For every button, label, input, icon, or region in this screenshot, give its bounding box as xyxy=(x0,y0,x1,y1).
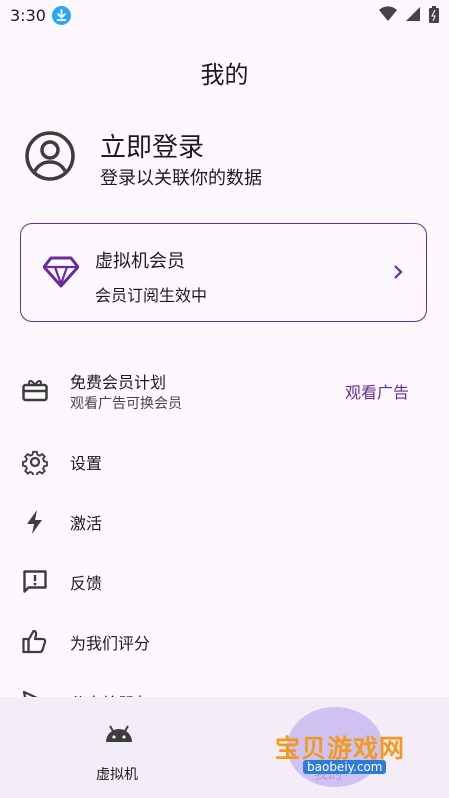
watermark-logo: 宝贝游戏网 baobeiy.com xyxy=(275,707,420,792)
signal-icon xyxy=(405,7,420,21)
login-title: 立即登录 xyxy=(100,133,205,163)
nav-label-vm: 虚拟机 xyxy=(96,767,138,783)
menu-item-settings[interactable]: 设置 xyxy=(0,436,449,486)
gift-card-icon xyxy=(22,379,48,402)
feedback-icon xyxy=(23,570,47,593)
status-time: 3:30 xyxy=(10,6,46,25)
menu-item-activate[interactable]: 激活 xyxy=(0,496,449,546)
account-circle-icon xyxy=(25,131,75,181)
vip-membership-card[interactable]: 虚拟机会员 会员订阅生效中 xyxy=(20,223,427,322)
menu-label-activate: 激活 xyxy=(70,514,103,533)
page-title: 我的 xyxy=(200,61,249,89)
status-bar: 3:30 xyxy=(0,0,449,32)
free-plan-subtitle: 观看广告可换会员 xyxy=(70,396,182,412)
menu-label-settings: 设置 xyxy=(70,454,103,473)
battery-icon xyxy=(429,6,439,23)
login-section[interactable]: 立即登录 登录以关联你的数据 xyxy=(24,130,424,190)
login-subtitle: 登录以关联你的数据 xyxy=(100,168,262,189)
watermark-url: baobeiy.com xyxy=(303,760,387,774)
wifi-icon xyxy=(378,6,397,22)
free-plan-title: 免费会员计划 xyxy=(70,373,167,392)
diamond-icon xyxy=(43,256,79,288)
bottom-navigation: 虚拟机 我的 宝贝游戏网 baobeiy.com xyxy=(0,697,449,798)
menu-label-feedback: 反馈 xyxy=(70,574,103,593)
android-icon xyxy=(106,725,132,742)
vip-title: 虚拟机会员 xyxy=(95,251,185,272)
menu-item-feedback[interactable]: 反馈 xyxy=(0,556,449,606)
vip-status: 会员订阅生效中 xyxy=(95,286,208,305)
download-icon xyxy=(52,6,71,25)
menu-label-rate-us: 为我们评分 xyxy=(70,634,151,653)
watch-ad-button[interactable]: 观看广告 xyxy=(345,379,409,403)
status-icons xyxy=(376,6,439,24)
chevron-right-icon xyxy=(394,265,403,279)
free-membership-plan: 免费会员计划 观看广告可换会员 观看广告 xyxy=(0,365,449,415)
gear-icon xyxy=(22,450,48,475)
bolt-icon xyxy=(27,510,42,534)
menu-item-rate-us[interactable]: 为我们评分 xyxy=(0,616,449,666)
thumbs-up-icon xyxy=(22,629,47,654)
